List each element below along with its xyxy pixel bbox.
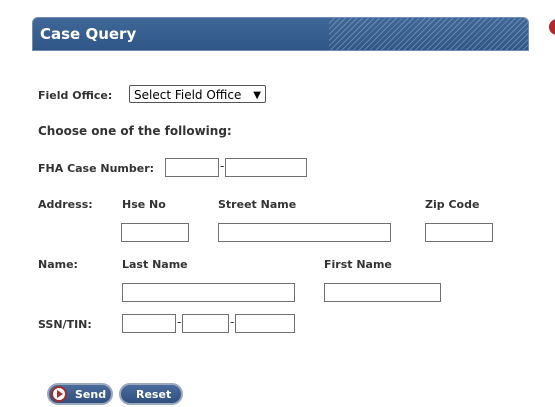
fha-case-part1-input[interactable]: [165, 158, 219, 177]
name-label: Name:: [38, 258, 78, 271]
hse-no-label: Hse No: [122, 198, 166, 211]
case-query-header: Case Query: [32, 17, 529, 51]
ssn-separator-2: -: [230, 315, 235, 329]
last-name-label: Last Name: [122, 258, 188, 271]
reset-button-label: Reset: [136, 388, 172, 401]
page-title: Case Query: [40, 25, 137, 43]
ssn-tin-label: SSN/TIN:: [38, 318, 92, 331]
hse-no-input[interactable]: [121, 223, 189, 242]
fha-separator: -: [220, 159, 225, 173]
zip-code-label: Zip Code: [425, 198, 480, 211]
alert-icon: [549, 19, 555, 35]
fha-case-part2-input[interactable]: [225, 158, 307, 177]
address-label: Address:: [38, 198, 93, 211]
reset-button[interactable]: Reset: [119, 383, 183, 405]
ssn-separator-1: -: [177, 315, 182, 329]
chevron-down-icon: ▼: [253, 90, 261, 101]
first-name-label: First Name: [324, 258, 392, 271]
play-arrow-icon: [51, 386, 67, 402]
first-name-input[interactable]: [324, 283, 441, 302]
last-name-input[interactable]: [122, 283, 295, 302]
send-button[interactable]: Send: [47, 383, 113, 405]
ssn-part1-input[interactable]: [122, 314, 176, 333]
fha-case-number-label: FHA Case Number:: [38, 162, 155, 175]
street-name-label: Street Name: [218, 198, 297, 211]
zip-code-input[interactable]: [425, 223, 493, 242]
ssn-part2-input[interactable]: [182, 314, 229, 333]
field-office-selected: Select Field Office: [134, 88, 242, 102]
choose-heading: Choose one of the following:: [38, 124, 232, 138]
send-button-label: Send: [75, 388, 107, 401]
street-name-input[interactable]: [218, 223, 391, 242]
field-office-select[interactable]: Select Field Office ▼: [129, 85, 266, 103]
ssn-part3-input[interactable]: [235, 314, 295, 333]
field-office-label: Field Office:: [38, 89, 113, 102]
